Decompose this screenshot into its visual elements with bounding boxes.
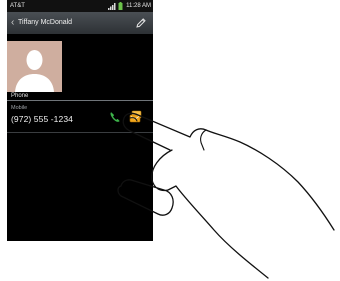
chevron-left-icon[interactable]: ‹ <box>11 12 14 34</box>
section-divider <box>7 100 153 101</box>
phone-number: (972) 555 -1234 <box>11 114 73 124</box>
pencil-icon[interactable] <box>134 16 148 30</box>
message-icon[interactable] <box>129 110 143 124</box>
carrier-label: AT&T <box>10 3 25 9</box>
title-bar: ‹ Tiffany McDonald <box>7 12 153 34</box>
clock: 11:28 AM <box>126 3 151 9</box>
avatar-placeholder-icon <box>7 41 62 92</box>
phone-screen: AT&T 11:28 AM ‹ Tiffany McDonald Phone M… <box>7 0 153 241</box>
phone-icon[interactable] <box>109 111 121 123</box>
section-title-phone: Phone <box>11 93 29 99</box>
phone-type-label: Mobile <box>11 105 28 111</box>
row-divider <box>7 132 153 133</box>
status-bar: AT&T 11:28 AM <box>7 0 153 12</box>
contact-photo[interactable] <box>7 41 62 92</box>
phone-number-row[interactable]: Mobile (972) 555 -1234 <box>7 102 153 132</box>
contact-name: Tiffany McDonald <box>18 19 73 26</box>
status-icons <box>108 0 123 12</box>
signal-icon <box>108 2 116 10</box>
battery-icon <box>118 2 123 10</box>
